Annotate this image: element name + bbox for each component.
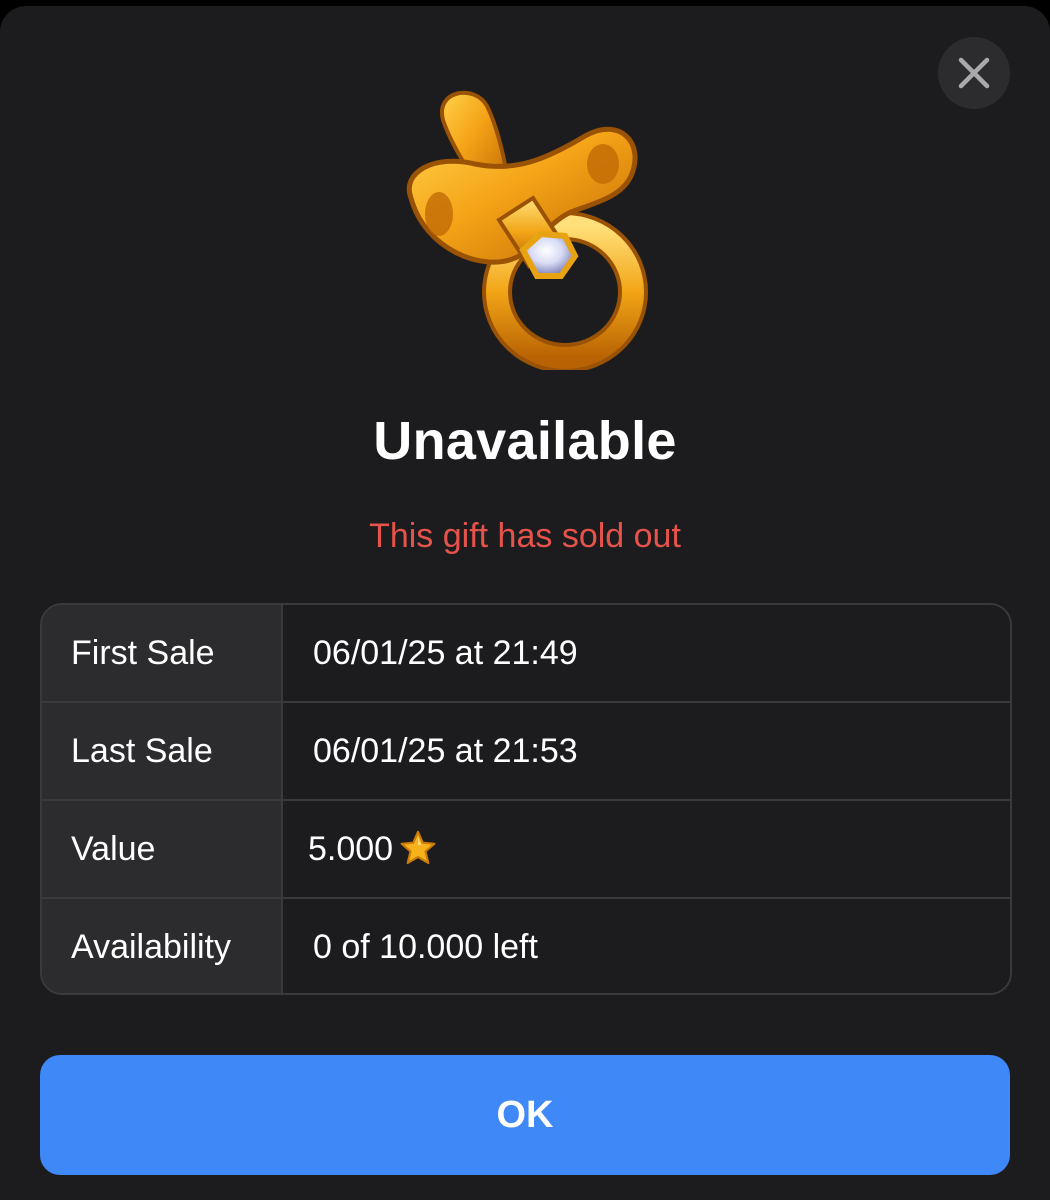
value-amount: 5.000 (308, 829, 394, 868)
ok-button[interactable]: OK (40, 1055, 1010, 1175)
first-sale-value: 06/01/25 at 21:49 (283, 605, 1010, 701)
star-icon (400, 830, 436, 865)
value-cell: 5.000 (283, 801, 1010, 897)
first-sale-label: First Sale (42, 605, 283, 701)
availability-label: Availability (42, 899, 283, 993)
gift-info-sheet: Unavailable This gift has sold out First… (0, 6, 1050, 1200)
close-button[interactable] (938, 37, 1010, 109)
gift-info-table: First Sale 06/01/25 at 21:49 Last Sale 0… (40, 603, 1012, 995)
table-row: Last Sale 06/01/25 at 21:53 (42, 703, 1010, 801)
value-label: Value (42, 801, 283, 897)
sold-out-message: This gift has sold out (369, 517, 681, 555)
table-row: Value 5.000 (42, 801, 1010, 899)
table-row: Availability 0 of 10.000 left (42, 899, 1010, 993)
last-sale-label: Last Sale (42, 703, 283, 799)
availability-value: 0 of 10.000 left (283, 899, 1010, 993)
dialog-title: Unavailable (373, 411, 677, 471)
close-icon (958, 57, 990, 89)
last-sale-value: 06/01/25 at 21:53 (283, 703, 1010, 799)
table-row: First Sale 06/01/25 at 21:49 (42, 605, 1010, 703)
pacifier-icon (406, 90, 648, 370)
